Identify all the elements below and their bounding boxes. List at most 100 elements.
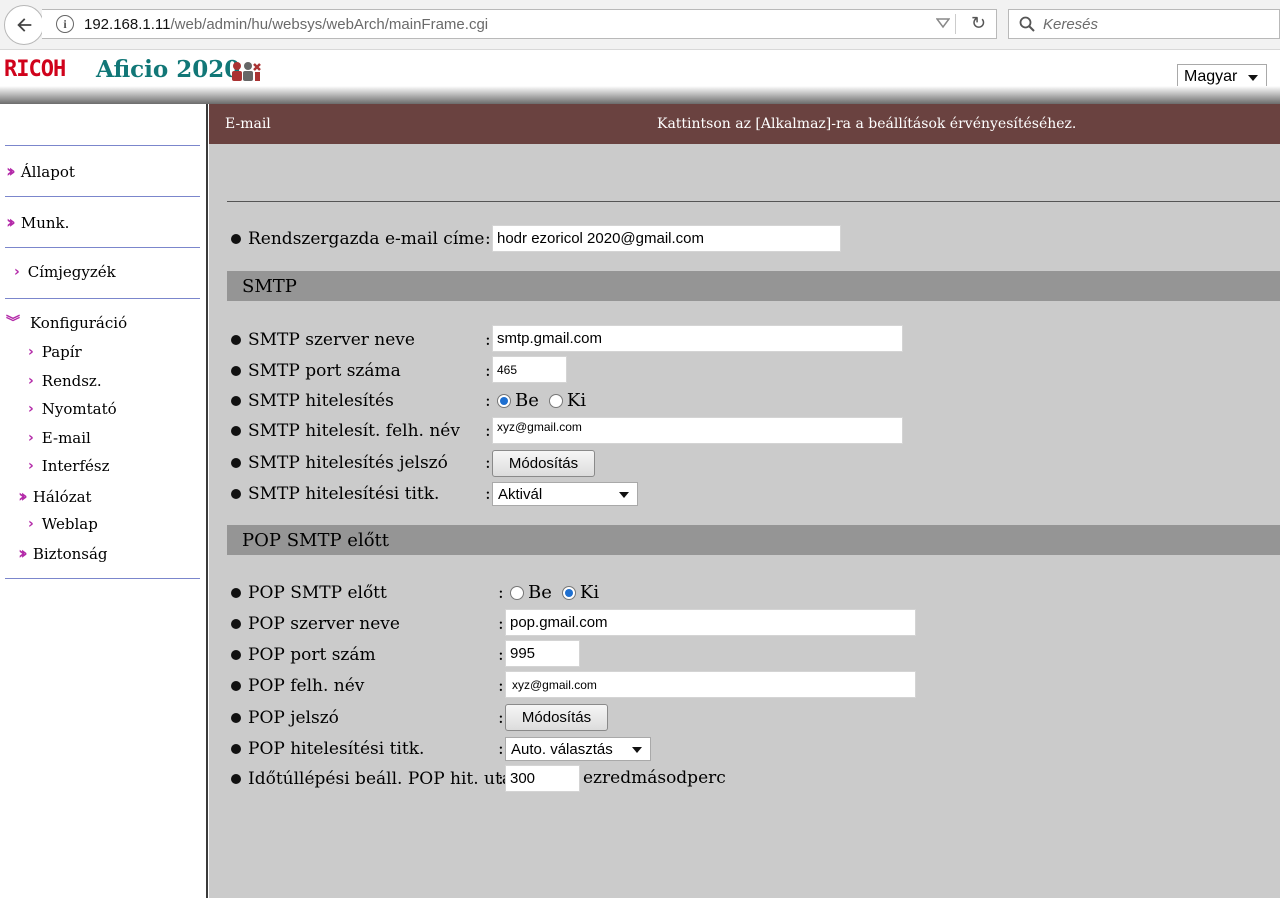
sidebar-item-label: Nyomtató (41, 400, 117, 418)
back-button[interactable] (4, 5, 44, 45)
smtp-auth-off-label: Ki (566, 390, 587, 411)
colon: : (498, 614, 504, 634)
bullet (231, 650, 241, 660)
pop-port-input[interactable]: 995 (505, 640, 580, 667)
search-icon (1019, 16, 1035, 32)
browser-search-box[interactable]: Keresés (1008, 9, 1280, 39)
bullet (231, 234, 241, 244)
sidebar-item-label: Címjegyzék (27, 263, 116, 281)
section-header-smtp: SMTP (227, 271, 1280, 301)
pop-server-input[interactable]: pop.gmail.com (505, 609, 916, 636)
pop-before-label: POP SMTP előtt (248, 583, 387, 603)
sidebar-item-label: Interfész (41, 457, 110, 475)
info-icon[interactable]: i (56, 15, 74, 33)
main-panel: E-mail Kattintson az [Alkalmaz]-ra a beá… (209, 104, 1280, 898)
reload-icon[interactable]: ↻ (971, 13, 986, 34)
colon: : (498, 708, 504, 728)
sidebar-divider (5, 247, 200, 248)
smtp-encryption-select[interactable]: Aktivál (492, 482, 638, 506)
sidebar-item-label: Weblap (41, 515, 98, 533)
pop-timeout-unit: ezredmásodperc (583, 768, 726, 788)
smtp-auth-off-radio[interactable] (548, 393, 563, 408)
pop-enc-label: POP hitelesítési titk. (248, 739, 425, 759)
sidebar-item-nyomtato[interactable]: › Nyomtató (28, 400, 117, 418)
chevron-right-icon: › (28, 344, 34, 360)
bullet (231, 588, 241, 598)
pop-user-input[interactable]: xyz@gmail.com (505, 671, 916, 698)
sidebar-item-konfiguracio[interactable]: ︾ Konfiguráció (6, 314, 127, 332)
admin-email-input[interactable]: hodr ezoricol 2020@gmail.com (492, 225, 841, 252)
sidebar-item-label: Biztonság (32, 544, 108, 563)
sidebar-item-label: Rendsz. (41, 372, 102, 390)
page-titlebar: E-mail Kattintson az [Alkalmaz]-ra a beá… (209, 104, 1280, 144)
pop-before-off-radio[interactable] (561, 585, 576, 600)
brand-logo: RICOH (4, 57, 66, 82)
colon: : (485, 229, 491, 249)
sidebar-item-halozat[interactable]: ›› Hálózat (18, 486, 92, 507)
pop-before-radio-group: Be Ki (510, 582, 609, 603)
sidebar-item-interfesz[interactable]: › Interfész (28, 457, 109, 475)
smtp-auth-on-label: Be (515, 390, 539, 411)
sidebar-item-allapot[interactable]: ›› Állapot (6, 161, 75, 182)
bullet (231, 426, 241, 436)
bullet (231, 681, 241, 691)
sidebar-item-munk[interactable]: ›› Munk. (6, 212, 69, 233)
colon: : (498, 739, 504, 759)
chevron-right-icon: › (28, 373, 34, 389)
smtp-port-label: SMTP port száma (248, 361, 401, 381)
chevron-down-icon (632, 747, 642, 753)
double-chevron-right-icon: ›› (18, 486, 28, 507)
sidebar: ›› Állapot ›› Munk. › Címjegyzék ︾ Konfigurá… (0, 104, 208, 898)
chevron-down-icon (1248, 75, 1258, 81)
sidebar-item-cimjegyzek[interactable]: › Címjegyzék (14, 263, 116, 281)
admin-email-label: Rendszergazda e-mail címe (248, 229, 485, 249)
chevron-right-icon: › (28, 401, 34, 417)
dropdown-triangle-icon[interactable] (936, 16, 950, 30)
smtp-pass-label: SMTP hitelesítés jelszó (248, 453, 448, 473)
pop-before-row: POP SMTP előtt (231, 579, 387, 607)
pop-timeout-input[interactable]: 300 (505, 765, 580, 792)
colon: : (498, 583, 504, 603)
pop-before-on-label: Be (528, 582, 552, 603)
smtp-auth-row: SMTP hitelesítés (231, 387, 394, 415)
bullet (231, 744, 241, 754)
pop-server-row: POP szerver neve (231, 610, 400, 638)
pop-pass-label: POP jelszó (248, 708, 339, 728)
section-header-pop: POP SMTP előtt (227, 525, 1280, 555)
smtp-user-label: SMTP hitelesít. felh. név (248, 421, 460, 441)
colon: : (485, 453, 491, 473)
smtp-auth-label: SMTP hitelesítés (248, 391, 394, 411)
sidebar-item-email[interactable]: › E-mail (28, 429, 91, 447)
colon: : (498, 645, 504, 665)
bullet (231, 396, 241, 406)
pop-password-change-button[interactable]: Módosítás (505, 704, 608, 731)
double-chevron-right-icon: ›› (18, 543, 28, 564)
bullet (231, 713, 241, 723)
pop-server-label: POP szerver neve (248, 614, 400, 634)
sidebar-item-biztonsag[interactable]: ›› Biztonság (18, 543, 108, 564)
smtp-auth-on-radio[interactable] (497, 393, 511, 408)
colon: : (485, 484, 491, 504)
pop-timeout-label: Időtúllépési beáll. POP hit. után (248, 769, 523, 789)
pop-encryption-select[interactable]: Auto. választás (505, 737, 651, 761)
smtp-server-input[interactable]: smtp.gmail.com (492, 325, 903, 352)
pop-timeout-row: Időtúllépési beáll. POP hit. után (231, 765, 523, 793)
bullet (231, 489, 241, 499)
sidebar-item-papir[interactable]: › Papír (28, 343, 82, 361)
divider (227, 201, 1280, 202)
smtp-user-input[interactable]: xyz@gmail.com (492, 417, 903, 444)
apply-hint: Kattintson az [Alkalmaz]-ra a beállításo… (657, 116, 1077, 132)
sidebar-item-weblap[interactable]: › Weblap (28, 515, 98, 533)
colon: : (485, 421, 491, 441)
smtp-password-change-button[interactable]: Módosítás (492, 450, 595, 477)
address-bar[interactable]: i 192.168.1.11/web/admin/hu/websys/webAr… (42, 9, 997, 39)
bullet (231, 458, 241, 468)
colon: : (485, 330, 491, 350)
url-separator (955, 14, 956, 34)
smtp-server-label: SMTP szerver neve (248, 330, 415, 350)
language-value: Magyar (1184, 68, 1238, 85)
sidebar-item-rendsz[interactable]: › Rendsz. (28, 372, 102, 390)
smtp-port-input[interactable]: 465 (492, 356, 567, 383)
pop-before-on-radio[interactable] (510, 585, 524, 600)
double-chevron-down-icon: ︾ (6, 315, 20, 331)
